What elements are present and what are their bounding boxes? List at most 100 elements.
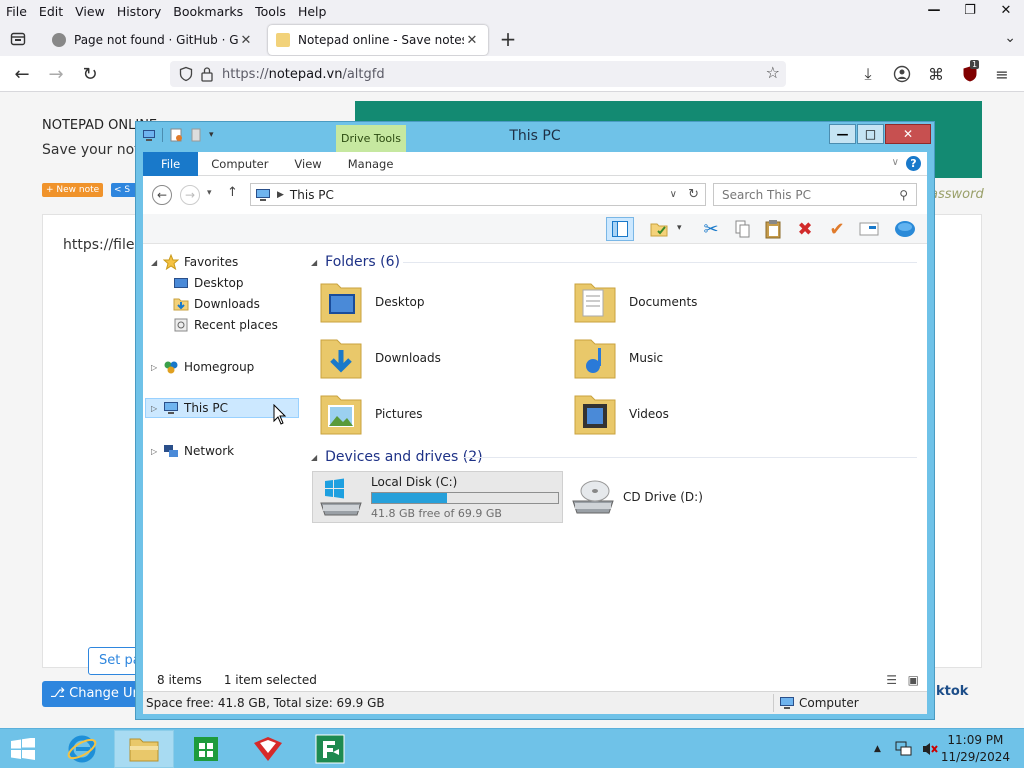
menu-bookmarks[interactable]: Bookmarks <box>167 4 249 19</box>
app-button-green[interactable] <box>300 730 360 768</box>
change-url-button[interactable]: ⎇ Change Url <box>42 681 142 707</box>
back-button[interactable]: ← <box>152 185 172 205</box>
forward-button[interactable]: → <box>44 62 68 86</box>
start-button[interactable] <box>0 730 46 768</box>
checkmark-icon[interactable]: ✔ <box>823 217 851 241</box>
recent-locations-icon[interactable]: ▾ <box>207 188 212 198</box>
tab-list-button[interactable] <box>6 27 30 51</box>
breadcrumb-arrow-icon[interactable]: ▶ <box>277 190 284 200</box>
drive-local-disk-c[interactable]: Local Disk (C:) 41.8 GB free of 69.9 GB <box>312 471 563 523</box>
expanded-arrow-icon[interactable]: ◢ <box>311 453 317 462</box>
tab-manage[interactable]: Manage <box>335 152 407 176</box>
menu-tools[interactable]: Tools <box>249 4 292 19</box>
explorer-titlebar[interactable]: ▾ Drive Tools This PC — □ ✕ <box>136 122 934 152</box>
tiktok-link[interactable]: ktok <box>936 684 968 699</box>
internet-explorer-button[interactable] <box>52 730 112 768</box>
refresh-icon[interactable]: ↻ <box>688 187 699 202</box>
chevron-down-icon[interactable]: ⌄ <box>1004 30 1016 46</box>
close-button[interactable]: ✕ <box>988 0 1024 20</box>
menu-edit[interactable]: Edit <box>33 4 69 19</box>
star-icon <box>163 254 179 270</box>
help-icon[interactable]: ? <box>906 156 921 171</box>
hamburger-menu-icon[interactable]: ≡ <box>990 62 1014 86</box>
paste-icon[interactable] <box>759 217 787 241</box>
back-button[interactable]: ← <box>10 62 34 86</box>
minimize-button[interactable]: — <box>829 124 856 144</box>
menu-file[interactable]: File <box>0 4 33 19</box>
bookmark-star-icon[interactable]: ☆ <box>766 63 780 82</box>
tab-github[interactable]: Page not found · GitHub · GitHub ✕ <box>44 25 262 55</box>
close-tab-icon[interactable]: ✕ <box>238 33 254 48</box>
clock[interactable]: 11:09 PM 11/29/2024 <box>941 732 1010 766</box>
nav-network[interactable]: ▷ Network <box>151 441 234 461</box>
collapsed-arrow-icon[interactable]: ▷ <box>151 447 163 456</box>
menu-history[interactable]: History <box>111 4 167 19</box>
menu-help[interactable]: Help <box>292 4 333 19</box>
nav-recent-places[interactable]: Recent places <box>173 315 278 335</box>
close-button[interactable]: ✕ <box>885 124 931 144</box>
folder-music[interactable]: Music <box>571 332 811 384</box>
large-icons-view-icon[interactable]: ▣ <box>908 673 919 687</box>
expand-ribbon-icon[interactable]: ∨ <box>892 157 899 168</box>
volume-muted-icon[interactable] <box>921 741 939 757</box>
copy-icon[interactable] <box>729 217 757 241</box>
restore-button[interactable]: ❐ <box>952 0 988 20</box>
store-button[interactable] <box>176 730 236 768</box>
password-link[interactable]: assword <box>930 187 984 202</box>
reload-button[interactable]: ↻ <box>78 62 102 86</box>
expanded-arrow-icon[interactable]: ◢ <box>151 258 163 267</box>
new-tab-button[interactable]: + <box>496 28 520 52</box>
address-bar[interactable]: ▶ This PC ∨ ↻ <box>250 183 706 206</box>
url-bar[interactable]: https://notepad.vn/altgfd ☆ <box>170 61 786 87</box>
tab-view[interactable]: View <box>281 152 334 176</box>
collapsed-arrow-icon[interactable]: ▷ <box>151 404 163 413</box>
dropdown-icon[interactable]: ▾ <box>677 223 682 233</box>
delete-icon[interactable]: ✖ <box>791 217 819 241</box>
globe-icon[interactable] <box>891 217 919 241</box>
address-dropdown-icon[interactable]: ∨ <box>670 189 677 200</box>
cut-icon[interactable]: ✂ <box>697 217 725 241</box>
tab-file[interactable]: File <box>143 151 199 176</box>
nav-favorites[interactable]: ◢ Favorites <box>151 252 238 272</box>
minimize-button[interactable]: — <box>916 0 952 20</box>
downloads-icon[interactable]: ⤓ <box>856 62 880 86</box>
account-icon[interactable] <box>890 62 914 86</box>
tab-notepad[interactable]: Notepad online - Save notes online ✕ <box>268 25 488 55</box>
up-arrow-icon[interactable]: ↑ <box>227 185 238 200</box>
file-explorer-button[interactable] <box>114 730 174 768</box>
expanded-arrow-icon[interactable]: ◢ <box>311 258 317 267</box>
maximize-button[interactable]: □ <box>857 124 884 144</box>
extensions-icon[interactable]: ⌘ <box>924 62 948 86</box>
folder-downloads[interactable]: Downloads <box>317 332 557 384</box>
collapsed-arrow-icon[interactable]: ▷ <box>151 363 163 372</box>
details-view-icon[interactable]: ☰ <box>886 673 897 687</box>
network-tray-icon[interactable] <box>895 741 913 757</box>
nav-homegroup[interactable]: ▷ Homegroup <box>151 357 254 377</box>
app-button-red[interactable] <box>238 730 298 768</box>
preview-pane-icon[interactable] <box>606 217 634 241</box>
show-hidden-icons-icon[interactable]: ▲ <box>874 744 881 754</box>
new-note-button[interactable]: + New note <box>42 183 104 197</box>
folder-check-icon[interactable] <box>645 217 673 241</box>
folder-pictures[interactable]: Pictures <box>317 388 557 440</box>
forward-button[interactable]: → <box>180 185 200 205</box>
breadcrumb-this-pc[interactable]: This PC <box>290 188 334 202</box>
tab-computer[interactable]: Computer <box>198 152 281 176</box>
drive-cd-d[interactable]: CD Drive (D:) <box>569 471 769 523</box>
clock-time: 11:09 PM <box>947 733 1004 747</box>
folder-desktop[interactable]: Desktop <box>317 276 557 328</box>
nav-downloads[interactable]: Downloads <box>173 294 260 314</box>
shield-icon[interactable] <box>178 66 194 82</box>
close-tab-icon[interactable]: ✕ <box>464 33 480 48</box>
nav-desktop[interactable]: Desktop <box>173 273 244 293</box>
folder-videos[interactable]: Videos <box>571 388 811 440</box>
search-icon[interactable]: ⚲ <box>899 188 908 202</box>
devices-group-header[interactable]: ◢ Devices and drives (2) <box>311 446 483 468</box>
folder-documents[interactable]: Documents <box>571 276 811 328</box>
menu-view[interactable]: View <box>69 4 111 19</box>
ublock-icon[interactable]: 1 <box>958 60 982 86</box>
search-box[interactable]: Search This PC ⚲ <box>713 183 917 206</box>
lock-icon[interactable] <box>200 66 214 82</box>
rename-icon[interactable] <box>855 217 883 241</box>
folders-group-header[interactable]: ◢ Folders (6) <box>311 251 400 273</box>
